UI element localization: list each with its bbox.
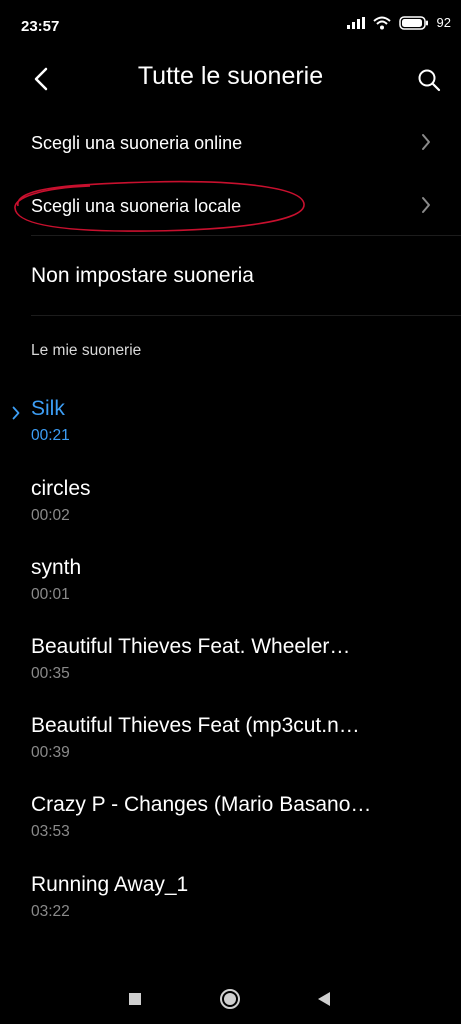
ringtone-name: Beautiful Thieves Feat (mp3cut.n… — [31, 714, 360, 737]
search-button[interactable] — [413, 64, 445, 96]
ringtone-duration: 03:53 — [31, 823, 70, 840]
no-ringtone-row[interactable]: Non impostare suoneria — [0, 240, 461, 314]
chevron-right-icon — [422, 197, 430, 213]
ringtone-name: circles — [31, 477, 91, 500]
back-nav-button[interactable] — [309, 984, 339, 1014]
status-icons: 92 — [346, 15, 451, 30]
ringtone-item[interactable]: Running Away_1 03:22 — [0, 873, 461, 951]
status-time: 23:57 — [21, 18, 60, 35]
divider — [31, 315, 461, 316]
section-title: Le mie suonerie — [31, 342, 142, 359]
status-bar: 23:57 92 — [0, 0, 461, 52]
app-bar: Tutte le suonerie — [0, 52, 461, 108]
page-title: Tutte le suonerie — [137, 62, 324, 90]
ringtone-item[interactable]: Beautiful Thieves Feat. Wheeler… 00:35 — [0, 635, 461, 713]
ringtone-item[interactable]: Silk 00:21 — [0, 397, 461, 475]
ringtone-item[interactable]: Crazy P - Changes (Mario Basano… 03:53 — [0, 793, 461, 871]
red-annotation-circle — [14, 180, 305, 232]
no-ringtone-label: Non impostare suoneria — [31, 264, 254, 287]
selected-chevron-icon — [12, 406, 20, 420]
battery-level: 92 — [436, 15, 451, 30]
ringtone-name: Beautiful Thieves Feat. Wheeler… — [31, 635, 351, 658]
recents-square-icon — [129, 993, 141, 1005]
wifi-icon — [372, 16, 391, 29]
ringtone-name: Silk — [31, 397, 65, 420]
search-icon — [418, 69, 441, 92]
divider — [31, 235, 461, 236]
battery-icon — [398, 15, 428, 30]
ringtone-duration: 03:22 — [31, 903, 70, 920]
recents-button[interactable] — [120, 984, 150, 1014]
ringtone-name: Crazy P - Changes (Mario Basano… — [31, 793, 372, 816]
choose-online-ringtone-row[interactable]: Scegli una suoneria online — [0, 115, 461, 171]
ringtone-item[interactable]: Beautiful Thieves Feat (mp3cut.n… 00:39 — [0, 714, 461, 792]
ringtone-name: synth — [31, 556, 82, 579]
ringtone-duration: 00:21 — [31, 427, 70, 444]
home-circle-icon — [220, 989, 240, 1009]
ringtone-item[interactable]: circles 00:02 — [0, 477, 461, 555]
ringtone-item[interactable]: synth 00:01 — [0, 556, 461, 634]
ringtone-duration: 00:39 — [31, 744, 70, 761]
ringtone-name: Running Away_1 — [31, 873, 189, 896]
ringtone-duration: 00:35 — [31, 665, 70, 682]
navigation-bar — [0, 970, 461, 1024]
choose-online-ringtone-label: Scegli una suoneria online — [31, 133, 243, 153]
chevron-right-icon — [422, 134, 430, 150]
ringtone-duration: 00:02 — [31, 507, 70, 524]
home-button[interactable] — [215, 984, 245, 1014]
signal-icon — [346, 16, 365, 29]
back-triangle-icon — [318, 992, 330, 1006]
ringtone-duration: 00:01 — [31, 586, 70, 603]
